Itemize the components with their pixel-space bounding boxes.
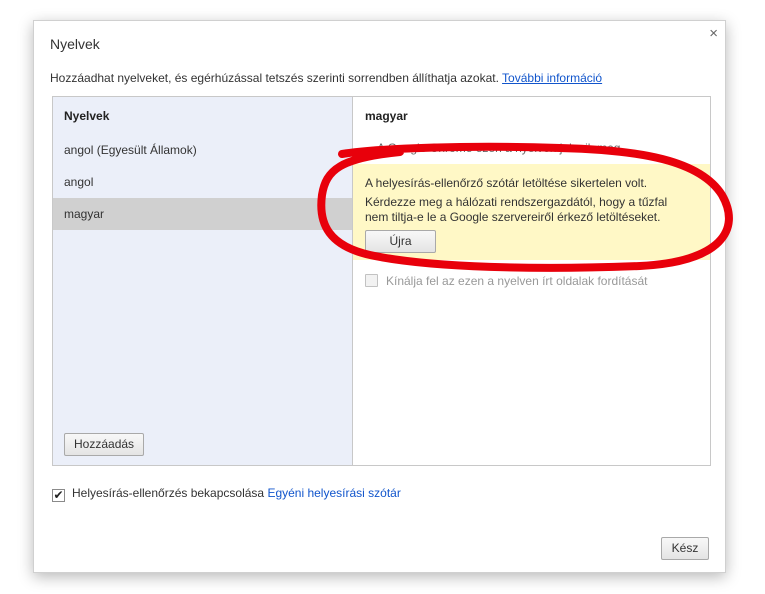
language-list: Nyelvek angol (Egyesült Államok) angol m… (53, 97, 353, 465)
translate-checkbox[interactable] (365, 274, 378, 287)
warning-title: A helyesírás-ellenőrző szótár letöltése … (365, 176, 648, 190)
more-info-link[interactable]: További információ (502, 71, 602, 85)
spellcheck-label: Helyesírás-ellenőrzés bekapcsolása (72, 486, 265, 500)
details-header: magyar (365, 109, 408, 123)
retry-button[interactable]: Újra (365, 230, 436, 253)
translate-offer-row: Kínálja fel az ezen a nyelven írt oldala… (365, 274, 648, 288)
language-item-english[interactable]: angol (53, 166, 352, 198)
add-language-button[interactable]: Hozzáadás (64, 433, 145, 456)
dialog-title: Nyelvek (50, 36, 100, 52)
custom-dictionary-link[interactable]: Egyéni helyesírási szótár (267, 486, 400, 500)
done-button[interactable]: Kész (661, 537, 709, 560)
languages-panel: Nyelvek angol (Egyesült Államok) angol m… (52, 96, 711, 466)
spellcheck-row: ✔ Helyesírás-ellenőrzés bekapcsolása Egyé… (52, 486, 401, 502)
spellcheck-warning: A helyesírás-ellenőrző szótár letöltése … (353, 164, 710, 260)
chrome-language-note: A Google Chrome ezen a nyelven jelenik m… (377, 141, 621, 155)
spellcheck-checkbox[interactable]: ✔ (52, 489, 65, 502)
warning-details: Kérdezze meg a hálózati rendszergazdától… (365, 195, 668, 224)
language-details: magyar A Google Chrome ezen a nyelven je… (353, 97, 710, 465)
language-item-english-us[interactable]: angol (Egyesült Államok) (53, 134, 352, 166)
close-icon[interactable]: × (709, 26, 718, 41)
language-item-hungarian[interactable]: magyar (53, 198, 352, 230)
intro-text: Hozzáadhat nyelveket, és egérhúzással te… (50, 71, 602, 85)
intro-label: Hozzáadhat nyelveket, és egérhúzással te… (50, 71, 499, 85)
translate-checkbox-label: Kínálja fel az ezen a nyelven írt oldala… (386, 274, 648, 288)
language-list-header: Nyelvek (64, 109, 110, 123)
languages-dialog: Nyelvek × Hozzáadhat nyelveket, és egérh… (33, 20, 726, 573)
